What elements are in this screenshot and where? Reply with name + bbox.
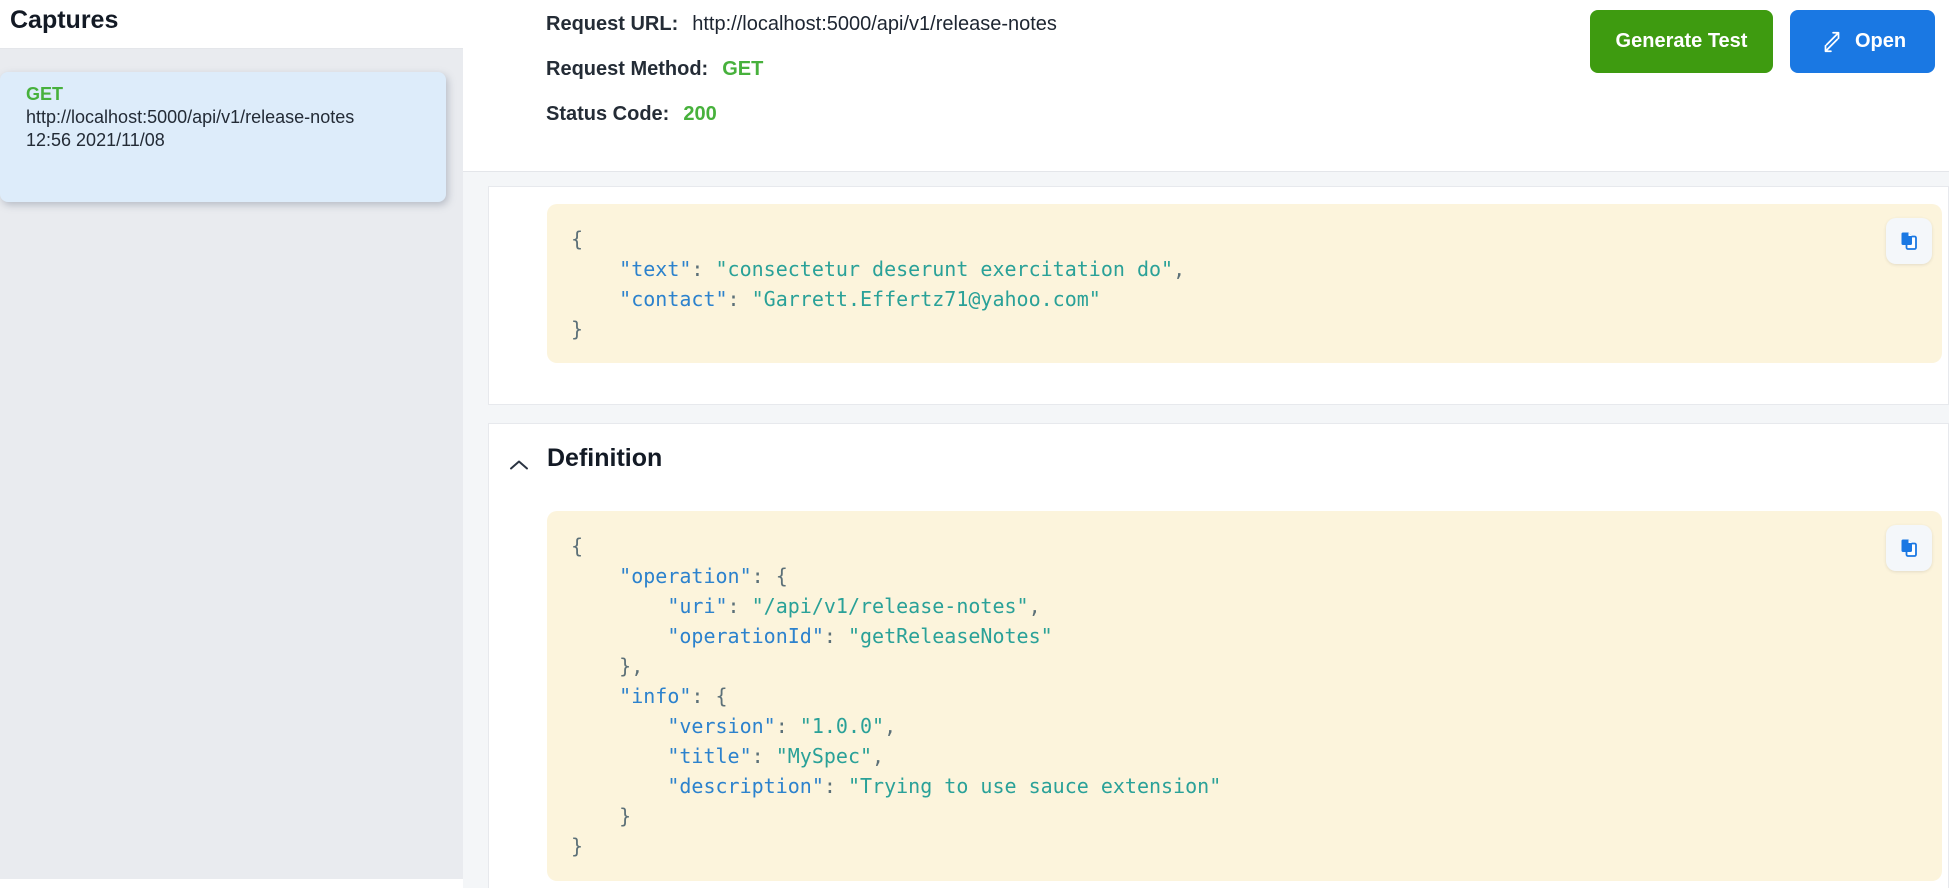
generate-test-button-label: Generate Test — [1616, 30, 1748, 53]
copy-icon — [1897, 536, 1921, 560]
definition-panel: Definition { "operation": { "uri": "/api… — [488, 423, 1949, 888]
chevron-up-icon[interactable] — [502, 448, 536, 482]
copy-icon — [1897, 229, 1921, 253]
capture-method-badge: GET — [26, 83, 436, 106]
capture-url: http://localhost:5000/api/v1/release-not… — [26, 106, 436, 129]
copy-definition-button[interactable] — [1886, 525, 1932, 571]
sidebar-bottom-strip — [0, 879, 463, 888]
open-button-label: Open — [1855, 30, 1906, 53]
request-method-value: GET — [722, 58, 763, 81]
status-code-row: Status Code: 200 — [546, 103, 1949, 129]
capture-list-item[interactable]: GET http://localhost:5000/api/v1/release… — [0, 72, 446, 202]
response-panel: { "text": "consectetur deserunt exercita… — [488, 186, 1949, 405]
status-code-label: Status Code: — [546, 103, 669, 126]
generate-test-button[interactable]: Generate Test — [1590, 10, 1773, 73]
sidebar-header: Captures — [0, 0, 463, 49]
request-method-label: Request Method: — [546, 58, 708, 81]
sidebar-title: Captures — [10, 6, 118, 35]
status-code-value: 200 — [683, 103, 716, 126]
request-summary-header: Request URL: http://localhost:5000/api/v… — [463, 0, 1949, 172]
definition-section-title: Definition — [547, 444, 662, 473]
captures-sidebar: Captures GET http://localhost:5000/api/v… — [0, 0, 463, 888]
capture-timestamp: 12:56 2021/11/08 — [26, 129, 436, 152]
response-code-block: { "text": "consectetur deserunt exercita… — [547, 204, 1942, 363]
diagonal-arrows-icon — [1819, 29, 1845, 55]
definition-code-block: { "operation": { "uri": "/api/v1/release… — [547, 511, 1942, 881]
response-json: { "text": "consectetur deserunt exercita… — [547, 204, 1942, 344]
definition-json: { "operation": { "uri": "/api/v1/release… — [547, 511, 1942, 861]
request-url-value: http://localhost:5000/api/v1/release-not… — [692, 13, 1057, 36]
request-url-label: Request URL: — [546, 13, 678, 36]
open-button[interactable]: Open — [1790, 10, 1935, 73]
copy-response-button[interactable] — [1886, 218, 1932, 264]
